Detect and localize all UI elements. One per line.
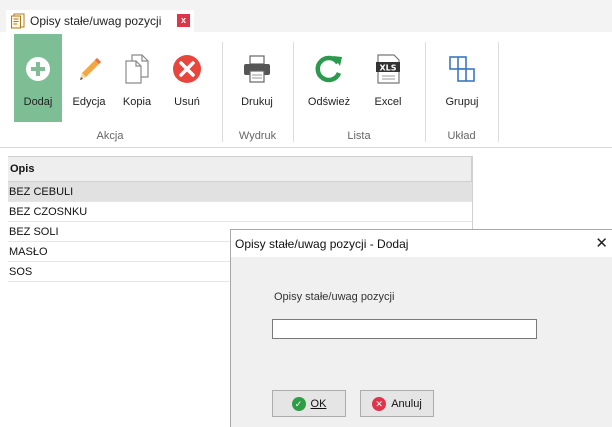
edit-button-label: Edycja [72,96,106,108]
print-button-label: Drukuj [241,96,273,108]
add-button-label: Dodaj [23,96,53,108]
add-button[interactable]: Dodaj [14,34,62,122]
close-icon[interactable]: ✕ [595,234,608,252]
ok-button[interactable]: ✓ OK [272,390,346,417]
printer-icon [240,52,274,86]
document-tab-label: Opisy stałe/uwag pozycji [30,14,162,28]
document-tab[interactable]: Opisy stałe/uwag pozycji x [6,10,194,32]
group-label-uklad: Układ [447,130,476,142]
cancel-button-label: Anuluj [391,397,422,410]
excel-xls-icon: XLS [371,52,405,86]
list-item[interactable]: BEZ CZOSNKU [8,202,472,222]
print-button[interactable]: Drukuj [234,34,280,122]
group-label-lista: Lista [347,130,371,142]
copy-button-label: Kopia [122,96,152,108]
delete-circle-icon [170,52,204,86]
copy-button[interactable]: Kopia [116,34,158,122]
add-description-dialog: Opisy stałe/uwag pozycji - Dodaj ✕ Opisy… [230,229,612,427]
dialog-title: Opisy stałe/uwag pozycji - Dodaj [235,237,409,251]
refresh-button[interactable]: Odśwież [305,34,353,122]
edit-button[interactable]: Edycja [66,34,112,122]
group-separator [425,42,426,142]
close-tab-icon[interactable]: x [177,14,190,27]
group-icon [445,52,479,86]
document-tab-strip: Opisy stałe/uwag pozycji x [0,0,612,32]
copy-icon [120,52,154,86]
excel-button[interactable]: XLS Excel [366,34,410,122]
group-separator [222,42,223,142]
group-separator [498,42,499,142]
plus-circle-icon [21,52,55,86]
group-label-wydruk: Wydruk [238,130,277,142]
refresh-icon [312,52,346,86]
delete-button[interactable]: Usuń [166,34,208,122]
ok-button-label: OK [310,397,327,410]
excel-badge-text: XLS [379,64,396,73]
list-item[interactable]: BEZ CEBULI [8,182,472,202]
check-icon: ✓ [291,396,306,411]
ribbon-toolbar: Dodaj Edycja Kopia Usuń Drukuj Odśwież X… [0,32,612,148]
group-button[interactable]: Grupuj [438,34,486,122]
group-button-label: Grupuj [445,96,479,108]
pencil-icon [72,52,106,86]
description-field-label: Opisy stałe/uwag pozycji [274,291,395,303]
description-input[interactable] [272,319,537,339]
group-separator [293,42,294,142]
excel-button-label: Excel [374,96,402,108]
refresh-button-label: Odśwież [307,96,351,108]
group-label-akcja: Akcja [96,130,124,142]
column-header-opis[interactable]: Opis [8,156,472,182]
app-window: Opisy stałe/uwag pozycji x Dodaj Edycja … [0,0,612,427]
notes-document-icon [10,13,26,29]
dialog-title-bar[interactable]: Opisy stałe/uwag pozycji - Dodaj ✕ [231,230,612,257]
cancel-x-icon: ✕ [372,396,387,411]
cancel-button[interactable]: ✕ Anuluj [360,390,434,417]
delete-button-label: Usuń [174,96,200,108]
